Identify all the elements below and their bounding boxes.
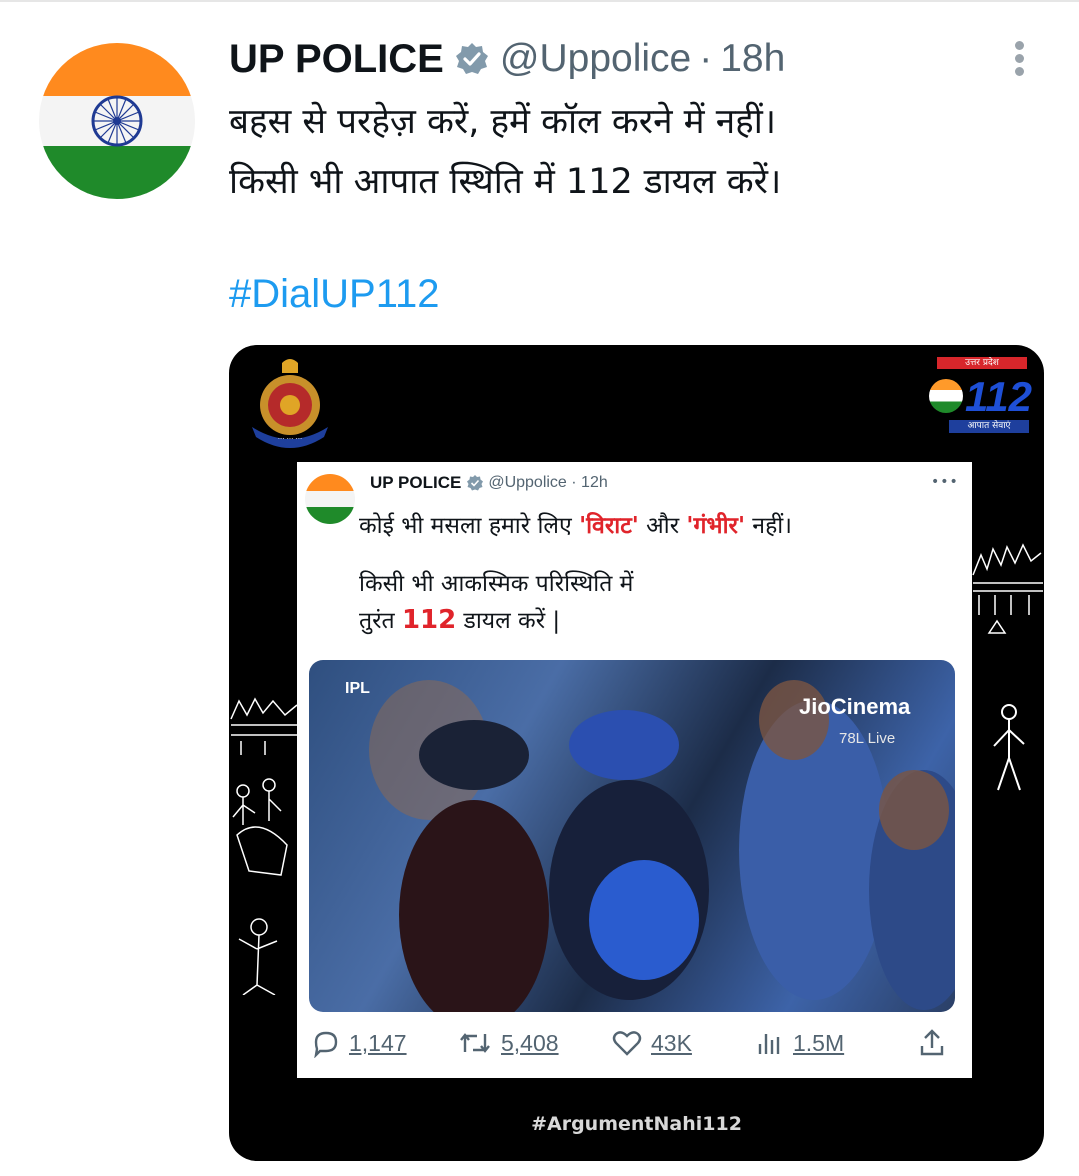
cricket-player-sketch-right-icon (993, 704, 1025, 791)
hashtag-link[interactable]: #DialUP112 (229, 272, 440, 317)
share-action (917, 1028, 955, 1058)
logo-number: 112 (965, 373, 1032, 420)
stadium-sketch-right-icon (972, 543, 1043, 634)
author-handle[interactable]: @Uppolice (500, 37, 691, 81)
broadcaster-watermark: JioCinema (799, 694, 911, 719)
inner-handle-time: @Uppolice · 12h (488, 474, 608, 491)
author-name[interactable]: UP POLICE (229, 37, 444, 82)
tweet-header: UP POLICE @Uppolice · 18h (229, 34, 785, 84)
dial-112-logo: उत्तर प्रदेश 112 आपात सेवाएं (929, 357, 1034, 437)
like-count: 43K (651, 1029, 692, 1056)
inner-line1-a: कोई भी मसला हमारे लिए (359, 513, 580, 539)
retweet-action: 5,408 (457, 1028, 559, 1058)
inner-avatar (305, 474, 355, 524)
inner-author-name: UP POLICE (370, 473, 462, 492)
flag-green-band (39, 145, 195, 199)
separator-dot: · (699, 37, 713, 80)
verified-badge-icon (454, 41, 490, 77)
inner-line3-b: डायल करें | (456, 608, 561, 634)
logo-state-label: उत्तर प्रदेश (937, 357, 1027, 369)
image-hashtag: #ArgumentNahi112 (531, 1113, 742, 1135)
svg-text:··· ··· ···: ··· ··· ··· (278, 435, 302, 443)
views-chart-icon (758, 1034, 780, 1054)
inner-tweet-header: UP POLICE @Uppolice · 12h (370, 472, 608, 494)
phone-circle-icon (929, 379, 963, 413)
reply-count: 1,147 (349, 1029, 407, 1056)
avatar[interactable] (39, 43, 195, 199)
stadium-sketch-left-icon (230, 697, 298, 995)
inner-line3-number: 112 (401, 605, 457, 635)
inner-line1-virat: 'विराट' (579, 513, 639, 539)
share-icon (920, 1029, 944, 1056)
logo-service-label: आपात सेवाएं (949, 420, 1029, 433)
up-police-emblem-icon: ··· ··· ··· (252, 359, 328, 448)
inner-line1-b: और (638, 513, 687, 539)
reply-icon (314, 1031, 338, 1058)
like-action: 43K (611, 1028, 692, 1058)
inner-line1-c: नहीं। (745, 513, 792, 539)
inner-tweet-text: कोई भी मसला हमारे लिए 'विराट' और 'गंभीर'… (359, 508, 792, 639)
tweet-media-image[interactable]: ··· ··· ··· उत्तर प्रदेश 112 आपात सेवाएं (229, 345, 1044, 1161)
heart-icon (612, 1031, 642, 1056)
retweet-count: 5,408 (501, 1029, 559, 1056)
inner-line3-a: तुरंत (359, 608, 402, 634)
inner-line2: किसी भी आकस्मिक परिस्थिति में (359, 571, 634, 597)
tweet-time[interactable]: 18h (720, 37, 785, 81)
viewer-count: 78L Live (839, 730, 896, 747)
inner-verified-badge-icon (466, 474, 484, 492)
views-count: 1.5M (793, 1029, 845, 1056)
inner-line1-gambhir: 'गंभीर' (686, 513, 745, 539)
reply-action: 1,147 (311, 1028, 407, 1058)
ipl-logo: IPL (345, 680, 370, 697)
views-action: 1.5M (755, 1028, 844, 1058)
cricket-photo: IPL JioCinema 78L Live (309, 660, 955, 1012)
inner-action-bar: 1,147 5,408 43K 1.5M (309, 1028, 959, 1064)
flag-saffron-band (39, 43, 195, 97)
more-options-icon[interactable] (1006, 38, 1032, 80)
top-divider (0, 0, 1079, 2)
tweet-text-line-1: बहस से परहेज़ करें, हमें कॉल करने में नह… (229, 102, 777, 142)
embedded-tweet-screenshot: UP POLICE @Uppolice · 12h ••• कोई भी मसल… (297, 462, 972, 1078)
inner-more-icon: ••• (931, 474, 959, 490)
tweet-text-line-2: किसी भी आपात स्थिति में 112 डायल करें। (229, 162, 782, 202)
retweet-icon (460, 1033, 490, 1053)
tweet-text: बहस से परहेज़ करें, हमें कॉल करने में नह… (229, 92, 989, 212)
ashoka-chakra-icon (91, 95, 143, 147)
